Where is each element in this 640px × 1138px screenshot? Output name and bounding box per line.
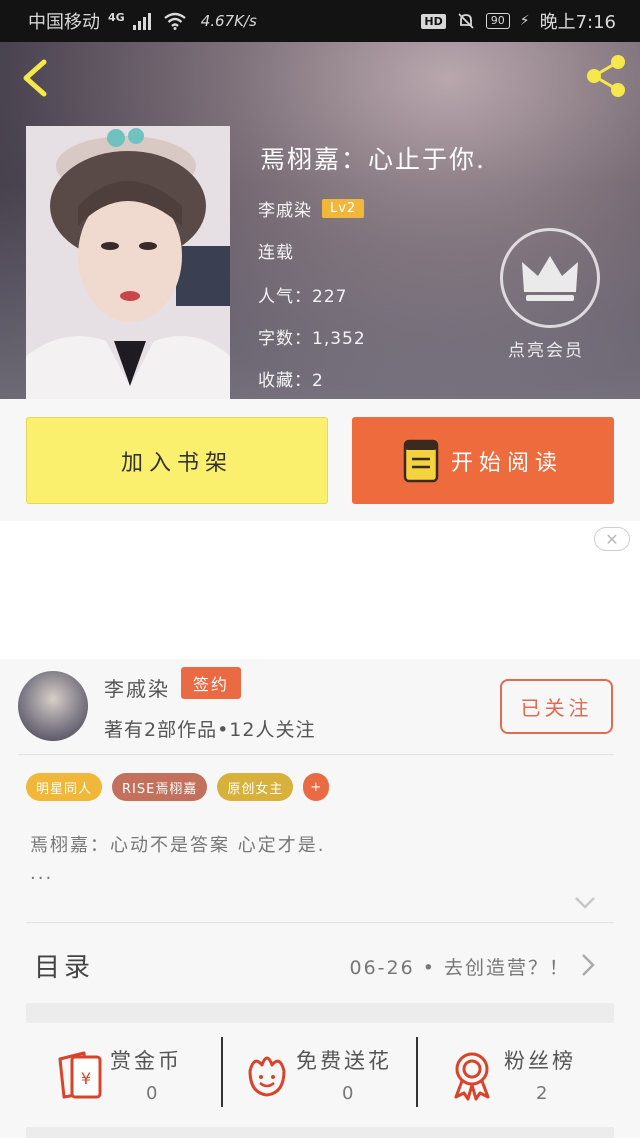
add-to-shelf-button[interactable]: 加入书架 <box>26 417 328 504</box>
tag-item[interactable]: 原创女主 <box>217 773 294 801</box>
charging-icon: ⚡ <box>519 13 530 29</box>
vip-button[interactable] <box>500 228 600 328</box>
description-ellipsis: ... <box>30 863 54 884</box>
author-stats: 著有2部作品•12人关注 <box>104 719 316 741</box>
reward-bar: ¥ 赏金币 0 免费送花 0 粉丝榜 2 <box>0 1023 640 1127</box>
author-line: 李戚染 Lv2 <box>258 196 365 221</box>
fan-ranking-label: 粉丝榜 <box>504 1049 576 1073</box>
hd-badge: HD <box>421 13 446 29</box>
expand-chevron-icon[interactable] <box>574 896 596 910</box>
catalog-title: 目录 <box>34 953 95 983</box>
send-flower-label: 免费送花 <box>296 1049 392 1073</box>
red-envelope-icon: ¥ <box>58 1051 102 1099</box>
reward-coins-count: 0 <box>146 1083 158 1104</box>
ribbon-medal-icon <box>454 1052 490 1101</box>
start-reading-label: 开始阅读 <box>450 450 563 476</box>
book-cover-image <box>26 126 230 399</box>
carrier-label: 中国移动 <box>28 12 100 33</box>
word-count: 字数：1,352 <box>258 329 366 349</box>
divider <box>416 1037 418 1107</box>
clock: 晚上7:16 <box>539 12 616 33</box>
author-name[interactable]: 李戚染 <box>258 196 312 221</box>
reward-coins-label: 赏金币 <box>110 1049 182 1073</box>
network-type: 4G <box>108 10 125 24</box>
tag-item[interactable]: 明星同人 <box>26 773 103 801</box>
wifi-icon <box>163 12 186 30</box>
ad-banner: ✕ <box>0 521 640 659</box>
battery-indicator: 90 <box>485 13 510 29</box>
divider <box>221 1037 223 1107</box>
divider <box>18 754 614 755</box>
ad-close-button[interactable]: ✕ <box>594 527 630 551</box>
catalog-row[interactable]: 目录 06-26 • 去创造营？！ <box>0 923 640 1005</box>
favorites-count: 收藏：2 <box>258 371 324 391</box>
book-title: 焉栩嘉：心止于你. <box>260 145 486 174</box>
signal-icon <box>132 13 151 30</box>
flower-count: 0 <box>342 1083 354 1104</box>
tag-list: 明星同人 RISE焉栩嘉 原创女主 + <box>26 773 330 801</box>
back-arrow-icon[interactable] <box>16 56 52 100</box>
level-badge: Lv2 <box>322 199 365 218</box>
author-avatar[interactable] <box>18 671 88 741</box>
network-speed: 4.67K/s <box>200 12 257 30</box>
author-card-name[interactable]: 李戚染 <box>104 673 170 702</box>
action-bar: 加入书架 开始阅读 <box>0 399 640 521</box>
chevron-right-icon <box>582 954 595 976</box>
book-description: 焉栩嘉：心动不是答案 心定才是. ... <box>30 832 590 888</box>
send-flower-button[interactable]: 免费送花 0 <box>240 1037 400 1117</box>
latest-chapter: 06-26 • 去创造营？！ <box>349 957 570 979</box>
description-line: 焉栩嘉：心动不是答案 心定才是. <box>30 835 326 856</box>
vip-label: 点亮会员 <box>508 341 584 361</box>
status-bar: 中国移动 4G 4.67K/s HD 90 ⚡ 晚上7:16 <box>0 0 640 42</box>
start-reading-button[interactable]: 开始阅读 <box>352 417 614 504</box>
svg-text:¥: ¥ <box>81 1069 91 1088</box>
tag-item[interactable]: RISE焉栩嘉 <box>112 773 208 801</box>
section-separator <box>26 1127 614 1138</box>
signed-badge: 签约 <box>181 667 242 699</box>
flower-icon <box>248 1056 286 1097</box>
mute-bell-icon <box>458 13 474 29</box>
reward-coins-button[interactable]: ¥ 赏金币 0 <box>54 1037 214 1117</box>
crown-icon <box>522 256 578 301</box>
section-separator <box>26 1003 614 1023</box>
popularity-count: 人气：227 <box>258 287 348 307</box>
fan-ranking-button[interactable]: 粉丝榜 2 <box>448 1037 608 1117</box>
book-hero: 焉栩嘉：心止于你. 李戚染 Lv2 连载 人气：227 字数：1,352 收藏：… <box>0 42 640 399</box>
follow-button[interactable]: 已关注 <box>500 679 613 734</box>
fan-count: 2 <box>536 1083 548 1104</box>
add-tag-button[interactable]: + <box>303 773 330 801</box>
serial-status: 连载 <box>258 243 294 263</box>
share-icon[interactable] <box>582 52 630 100</box>
book-icon <box>403 439 439 482</box>
author-card: 李戚染 签约 著有2部作品•12人关注 已关注 <box>0 659 640 755</box>
